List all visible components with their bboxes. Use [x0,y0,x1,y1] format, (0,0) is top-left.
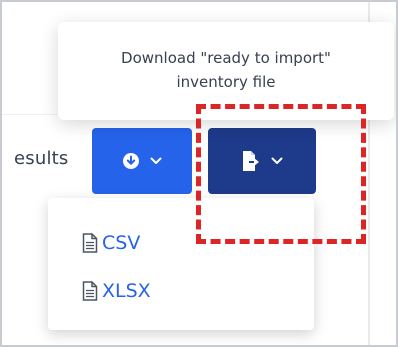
tooltip-line-1: Download "ready to import" [121,49,331,67]
results-label: esults [14,148,69,169]
download-dropdown-button[interactable] [92,128,192,194]
menu-item-csv[interactable]: CSV [82,232,140,254]
menu-item-xlsx[interactable]: XLSX [82,280,151,302]
tooltip-line-2: inventory file [176,73,276,91]
app-frame: esults CSV XLSX Download "ready to impor… [0,0,398,347]
highlight-annotation [196,104,366,244]
menu-item-label: CSV [102,232,141,254]
download-circle-icon [122,152,140,170]
menu-item-label: XLSX [102,280,151,302]
document-icon [82,233,98,253]
tooltip-text: Download "ready to import" inventory fil… [58,46,394,94]
document-icon [82,281,98,301]
chevron-down-icon [150,157,162,165]
